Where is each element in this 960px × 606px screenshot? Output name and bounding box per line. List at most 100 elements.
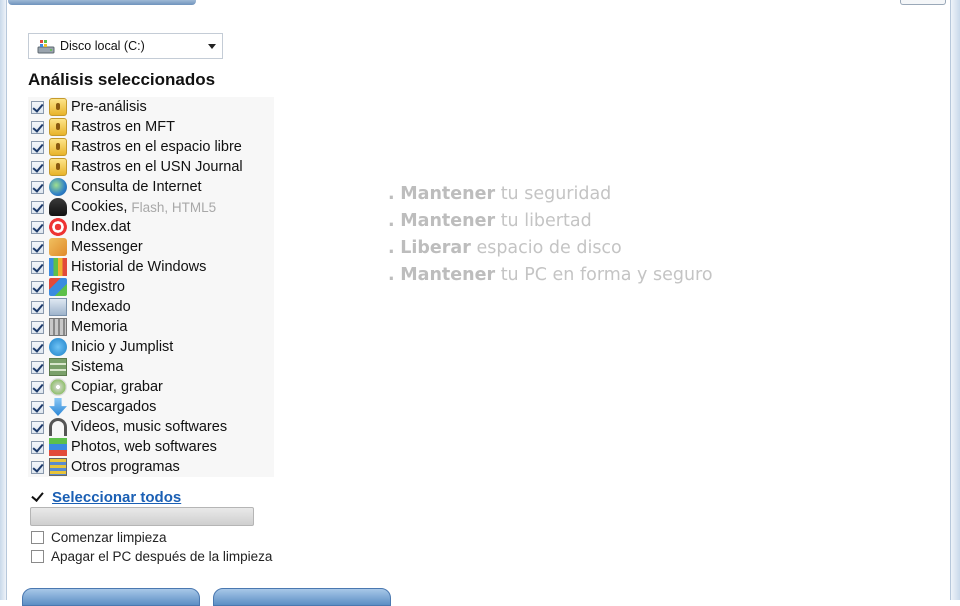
slogan-keyword: Mantener <box>400 184 496 204</box>
target-icon <box>49 218 67 236</box>
item-label: Messenger <box>71 239 143 255</box>
checkbox[interactable] <box>31 440 44 454</box>
checkbox[interactable] <box>31 160 44 174</box>
photo-icon <box>49 438 67 456</box>
item-label: Historial de Windows <box>71 259 207 275</box>
checkbox[interactable] <box>31 550 44 563</box>
item-label: Videos, music softwares <box>71 419 228 435</box>
item-label: Consulta de Internet <box>71 179 202 195</box>
checkbox[interactable] <box>31 400 44 414</box>
system-icon <box>49 358 67 376</box>
list-item-inicio-jumplist[interactable]: Inicio y Jumplist <box>28 337 173 357</box>
lock-icon <box>49 158 67 176</box>
list-item-rastros-mft[interactable]: Rastros en MFT <box>28 117 175 137</box>
bottom-button-left[interactable] <box>22 588 200 606</box>
top-right-control[interactable] <box>900 0 946 5</box>
list-item-descargados[interactable]: Descargados <box>28 397 156 417</box>
slogan-line: . Mantener tu seguridad <box>388 184 713 211</box>
index-icon <box>49 298 67 316</box>
select-all-checkbox[interactable] <box>31 491 44 504</box>
list-item-videos-music[interactable]: Videos, music softwares <box>28 417 227 437</box>
hard-drive-icon <box>37 38 55 54</box>
lock-icon <box>49 118 67 136</box>
list-item-historial-windows[interactable]: Historial de Windows <box>28 257 206 277</box>
checkbox[interactable] <box>31 320 44 334</box>
option-start-cleaning[interactable]: Comenzar limpieza <box>31 530 167 545</box>
slogan-text: tu seguridad <box>500 184 612 204</box>
checkbox[interactable] <box>31 200 44 214</box>
option-label: Comenzar limpieza <box>51 530 167 545</box>
slogan-line: . Mantener tu libertad <box>388 211 713 238</box>
checkbox[interactable] <box>31 380 44 394</box>
bar-chart-icon <box>49 258 67 276</box>
item-label: Copiar, grabar <box>71 379 163 395</box>
list-item-consulta-internet[interactable]: Consulta de Internet <box>28 177 202 197</box>
list-item-rastros-espacio-libre[interactable]: Rastros en el espacio libre <box>28 137 242 157</box>
slogan-text: espacio de disco <box>476 238 622 258</box>
list-item-index-dat[interactable]: Index.dat <box>28 217 131 237</box>
item-label: Rastros en el USN Journal <box>71 159 243 175</box>
checkbox[interactable] <box>31 460 44 474</box>
messenger-icon <box>49 238 67 256</box>
list-item-otros-programas[interactable]: Otros programas <box>28 457 180 477</box>
list-item-registro[interactable]: Registro <box>28 277 125 297</box>
item-label: Descargados <box>71 399 157 415</box>
checkbox[interactable] <box>31 240 44 254</box>
spy-person-icon <box>49 198 67 216</box>
registry-cubes-icon <box>49 278 67 296</box>
item-label: Memoria <box>71 319 128 335</box>
slogan-keyword: Liberar <box>400 238 471 258</box>
memory-icon <box>49 318 67 336</box>
item-label: Inicio y Jumplist <box>71 339 174 355</box>
list-item-indexado[interactable]: Indexado <box>28 297 131 317</box>
list-item-copiar-grabar[interactable]: Copiar, grabar <box>28 377 163 397</box>
item-label: Registro <box>71 279 125 295</box>
option-label: Apagar el PC después de la limpieza <box>51 549 273 564</box>
item-label: Indexado <box>71 299 131 315</box>
list-item-cookies[interactable]: Cookies, Flash, HTML5 <box>28 197 216 217</box>
list-item-photos-web[interactable]: Photos, web softwares <box>28 437 217 457</box>
item-label: Cookies, <box>71 199 128 215</box>
slogan-text: tu libertad <box>500 211 592 231</box>
slogan-bullet: . <box>388 238 395 258</box>
slogan-keyword: Mantener <box>400 265 496 285</box>
checkbox[interactable] <box>31 120 44 134</box>
checkbox[interactable] <box>31 280 44 294</box>
option-shutdown-after[interactable]: Apagar el PC después de la limpieza <box>31 549 272 564</box>
drive-select-value: Disco local (C:) <box>60 39 145 53</box>
programs-icon <box>49 458 67 476</box>
checkbox[interactable] <box>31 100 44 114</box>
list-item-messenger[interactable]: Messenger <box>28 237 143 257</box>
item-label: Rastros en el espacio libre <box>71 139 242 155</box>
list-item-pre-analisis[interactable]: Pre-análisis <box>28 97 147 117</box>
checkbox[interactable] <box>31 300 44 314</box>
checkbox[interactable] <box>31 220 44 234</box>
item-label: Sistema <box>71 359 124 375</box>
bottom-button-right[interactable] <box>213 588 391 606</box>
top-toolbar-tab[interactable] <box>8 0 196 5</box>
checkbox[interactable] <box>31 531 44 544</box>
checkbox[interactable] <box>31 140 44 154</box>
chevron-down-icon <box>208 43 216 49</box>
item-label: Pre-análisis <box>71 99 147 115</box>
checkbox[interactable] <box>31 340 44 354</box>
disc-icon <box>49 378 67 396</box>
checkbox[interactable] <box>31 360 44 374</box>
list-item-memoria[interactable]: Memoria <box>28 317 127 337</box>
analysis-list: Pre-análisis Rastros en MFT Rastros en e… <box>28 97 274 477</box>
slogan-keyword: Mantener <box>400 211 496 231</box>
lock-icon <box>49 98 67 116</box>
list-item-rastros-usn-journal[interactable]: Rastros en el USN Journal <box>28 157 243 177</box>
progress-bar <box>30 507 254 526</box>
select-all-link[interactable]: Seleccionar todos <box>52 489 181 506</box>
slogan-bullet: . <box>388 184 395 204</box>
checkbox[interactable] <box>31 180 44 194</box>
item-label: Rastros en MFT <box>71 119 175 135</box>
drive-select[interactable]: Disco local (C:) <box>28 33 223 59</box>
lock-icon <box>49 138 67 156</box>
slogan-line: . Liberar espacio de disco <box>388 238 713 265</box>
list-item-sistema[interactable]: Sistema <box>28 357 123 377</box>
checkbox[interactable] <box>31 420 44 434</box>
checkbox[interactable] <box>31 260 44 274</box>
window-frame-right <box>950 0 960 600</box>
